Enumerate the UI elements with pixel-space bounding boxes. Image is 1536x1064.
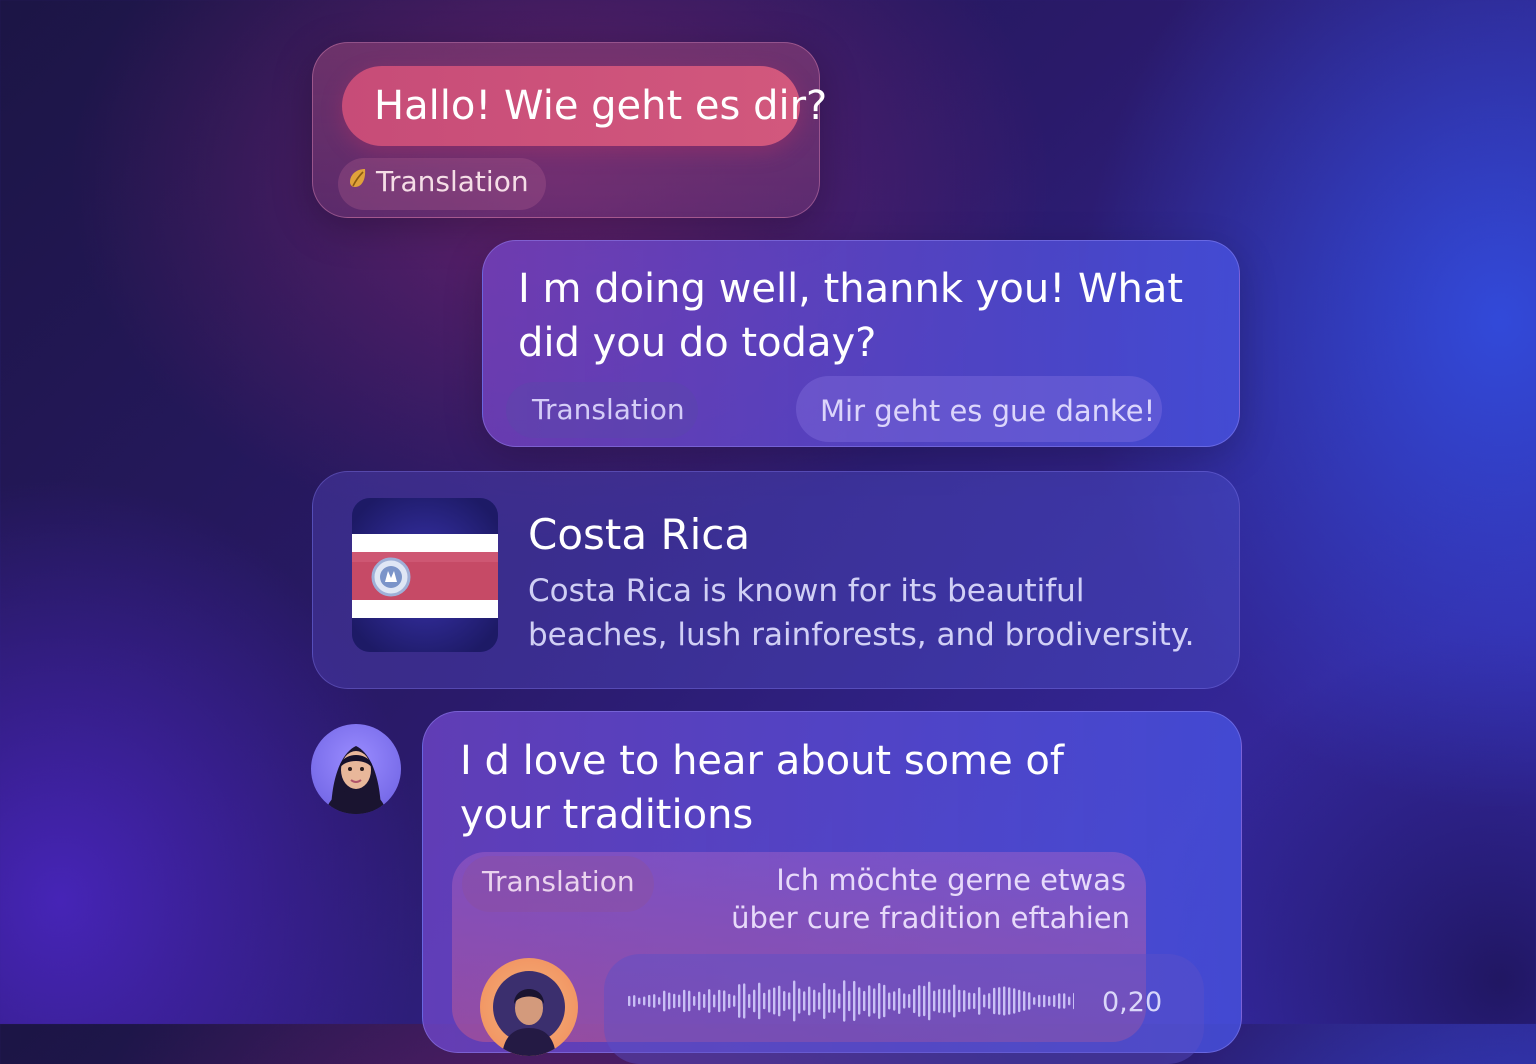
audio-duration: 0,20 bbox=[1102, 987, 1163, 1018]
translation-label-2: Translation bbox=[532, 393, 685, 426]
leaf-icon bbox=[347, 166, 369, 190]
user-avatar[interactable] bbox=[311, 724, 401, 814]
message-text-2: I m doing well, thannk you! What did you… bbox=[518, 266, 1184, 366]
translation-label-1: Translation bbox=[376, 165, 529, 198]
translation-label-3: Translation bbox=[482, 865, 635, 898]
speaker-avatar[interactable] bbox=[480, 958, 578, 1056]
translation-text-3-line-2: über cure fradition eftahien bbox=[731, 901, 1130, 935]
country-description: Costa Rica is known for its beautiful be… bbox=[528, 573, 1195, 653]
message-text-1: Hallo! Wie geht es dir? bbox=[374, 83, 828, 129]
translation-text-3-line-1: Ich möchte gerne etwas bbox=[776, 863, 1126, 897]
country-title: Costa Rica bbox=[528, 510, 751, 559]
translation-text-2: Mir geht es gue danke! bbox=[820, 394, 1156, 428]
message-text-3: I d love to hear about some of your trad… bbox=[460, 738, 1064, 838]
waveform-icon[interactable] bbox=[624, 976, 1074, 1026]
costa-rica-flag-icon bbox=[352, 498, 498, 652]
